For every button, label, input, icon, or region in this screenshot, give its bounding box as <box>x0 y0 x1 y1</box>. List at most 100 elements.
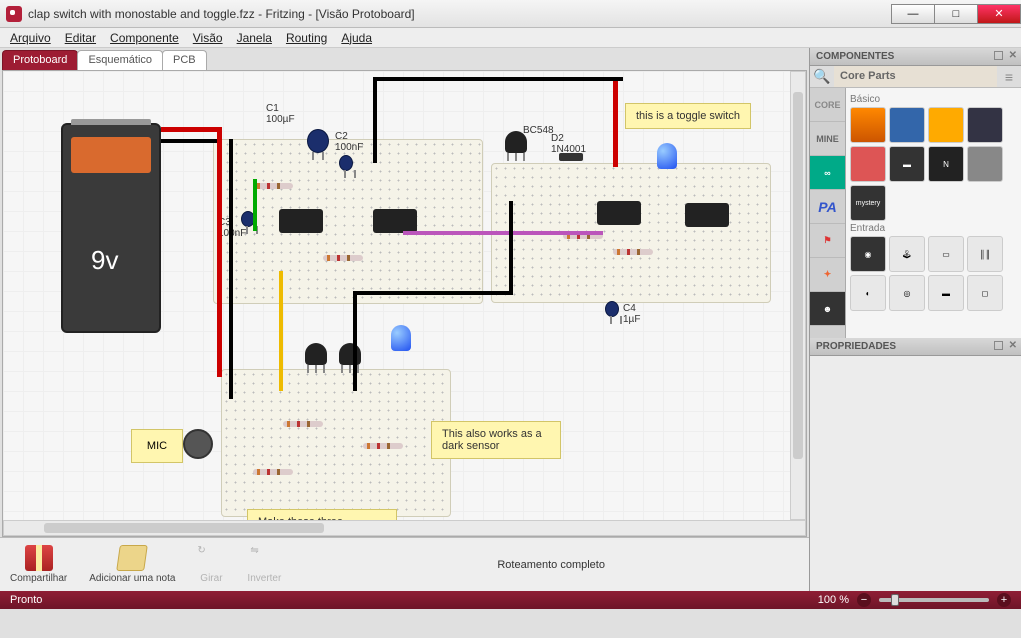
wire-black[interactable] <box>373 77 623 81</box>
zoom-in-button[interactable]: + <box>997 593 1011 607</box>
wire-black[interactable] <box>161 139 221 143</box>
tab-pcb[interactable]: PCB <box>162 50 207 70</box>
wire-red[interactable] <box>217 127 222 377</box>
ic-chip-1[interactable] <box>279 209 323 233</box>
close-button[interactable]: ✕ <box>977 4 1021 24</box>
part-button[interactable]: ◻ <box>967 275 1003 311</box>
scroll-thumb[interactable] <box>44 523 324 533</box>
panel-close-icon[interactable]: ✕ <box>1009 50 1017 61</box>
note-toggle[interactable]: this is a toggle switch <box>625 103 751 129</box>
wire-green[interactable] <box>253 179 257 231</box>
propriedades-header-label: PROPRIEDADES <box>816 341 896 352</box>
scroll-thumb[interactable] <box>793 92 803 459</box>
rotate-button: ↻ Girar <box>197 545 225 584</box>
capacitor-c1[interactable] <box>307 129 329 153</box>
menu-componente[interactable]: Componente <box>110 31 179 45</box>
parts-menu-icon[interactable]: ≡ <box>997 66 1021 87</box>
resistor[interactable] <box>253 183 293 189</box>
wire-black[interactable] <box>373 77 377 163</box>
breadboard-3[interactable] <box>221 369 451 517</box>
part-switch[interactable]: ▬ <box>928 275 964 311</box>
gift-icon <box>25 545 53 571</box>
wire-black[interactable] <box>353 291 513 295</box>
note-dark[interactable]: This also works as a dark sensor <box>431 421 561 459</box>
resistor[interactable] <box>613 249 653 255</box>
part-rotary[interactable]: ◐ <box>850 275 886 311</box>
ic-chip-3[interactable] <box>597 201 641 225</box>
panel-dock-icon[interactable] <box>994 341 1003 350</box>
sidetab-core[interactable]: CORE <box>810 88 845 122</box>
wire-black[interactable] <box>509 201 513 295</box>
resistor[interactable] <box>253 469 293 475</box>
capacitor-c2[interactable] <box>339 155 353 171</box>
panel-close-icon[interactable]: ✕ <box>1009 340 1017 351</box>
sidetab-snootlab[interactable]: ✦ <box>810 258 845 292</box>
microphone[interactable] <box>183 429 213 459</box>
add-note-button[interactable]: Adicionar uma nota <box>89 545 175 584</box>
parts-bin-title[interactable]: Core Parts <box>834 66 997 87</box>
resistor[interactable] <box>283 421 323 427</box>
routing-status: Roteamento completo <box>303 559 799 571</box>
part-encoder[interactable]: ║║ <box>967 236 1003 272</box>
ic-chip-2[interactable] <box>373 209 417 233</box>
part-potentiometer[interactable]: ◉ <box>850 236 886 272</box>
part-transistor[interactable]: N <box>928 146 964 182</box>
wire-black[interactable] <box>353 291 357 391</box>
sidetab-parallax[interactable]: PA <box>810 190 845 224</box>
breadboard-canvas[interactable]: 9v C1 100µF C2 100nF C3 100nF C4 1µF BC5… <box>2 70 807 537</box>
menu-arquivo[interactable]: Arquivo <box>10 31 51 45</box>
menu-editar[interactable]: Editar <box>65 31 96 45</box>
battery-9v[interactable]: 9v <box>61 123 161 333</box>
resistor[interactable] <box>323 255 363 261</box>
part-resistor[interactable] <box>850 107 886 143</box>
maximize-button[interactable]: □ <box>934 4 978 24</box>
part-knob[interactable]: ◎ <box>889 275 925 311</box>
part-slider[interactable]: ▭ <box>928 236 964 272</box>
resistor[interactable] <box>363 443 403 449</box>
wire-red[interactable] <box>613 77 618 167</box>
part-capacitor[interactable] <box>889 107 925 143</box>
zoom-thumb[interactable] <box>891 594 899 606</box>
zoom-slider[interactable] <box>879 598 989 602</box>
zoom-out-button[interactable]: − <box>857 593 871 607</box>
part-crystal[interactable] <box>967 146 1003 182</box>
wire-yellow[interactable] <box>279 271 283 391</box>
tab-esquematico[interactable]: Esquemático <box>77 50 163 70</box>
panel-dock-icon[interactable] <box>994 51 1003 60</box>
wire-black[interactable] <box>229 139 233 399</box>
mic-label[interactable]: MIC <box>131 429 183 463</box>
ic-chip-4[interactable] <box>685 203 729 227</box>
part-inductor[interactable] <box>850 146 886 182</box>
app-icon <box>6 6 22 22</box>
diode-d2[interactable] <box>559 153 583 161</box>
menu-visao[interactable]: Visão <box>193 31 223 45</box>
led-blue-1[interactable] <box>657 143 677 169</box>
transistor-n1[interactable] <box>305 343 327 365</box>
minimize-button[interactable]: — <box>891 4 935 24</box>
led-blue-2[interactable] <box>391 325 411 351</box>
menu-routing[interactable]: Routing <box>286 31 327 45</box>
transistor-n2[interactable] <box>339 343 361 365</box>
part-diode[interactable]: ▬ <box>889 146 925 182</box>
part-mystery[interactable]: mystery <box>850 185 886 221</box>
sidetab-arduino[interactable]: ∞ <box>810 156 845 190</box>
sidetab-contrib[interactable]: ☻ <box>810 292 845 326</box>
menu-ajuda[interactable]: Ajuda <box>341 31 372 45</box>
flip-button: ⇋ Inverter <box>247 545 281 584</box>
menu-janela[interactable]: Janela <box>237 31 272 45</box>
part-led[interactable] <box>928 107 964 143</box>
wire-red[interactable] <box>161 127 221 132</box>
tab-protoboard[interactable]: Protoboard <box>2 50 78 70</box>
wire-purple[interactable] <box>403 231 603 235</box>
share-button[interactable]: Compartilhar <box>10 545 67 584</box>
vertical-scrollbar[interactable] <box>790 71 806 520</box>
sidetab-mine[interactable]: MINE <box>810 122 845 156</box>
capacitor-c4[interactable] <box>605 301 619 317</box>
transistor-bc548[interactable] <box>505 131 527 153</box>
part-joystick[interactable]: 🕹 <box>889 236 925 272</box>
sidetab-sparkfun[interactable]: ⚑ <box>810 224 845 258</box>
search-icon[interactable]: 🔍 <box>810 66 834 87</box>
horizontal-scrollbar[interactable] <box>3 520 806 536</box>
componentes-header-label: COMPONENTES <box>816 51 894 62</box>
part-electrolytic[interactable] <box>967 107 1003 143</box>
